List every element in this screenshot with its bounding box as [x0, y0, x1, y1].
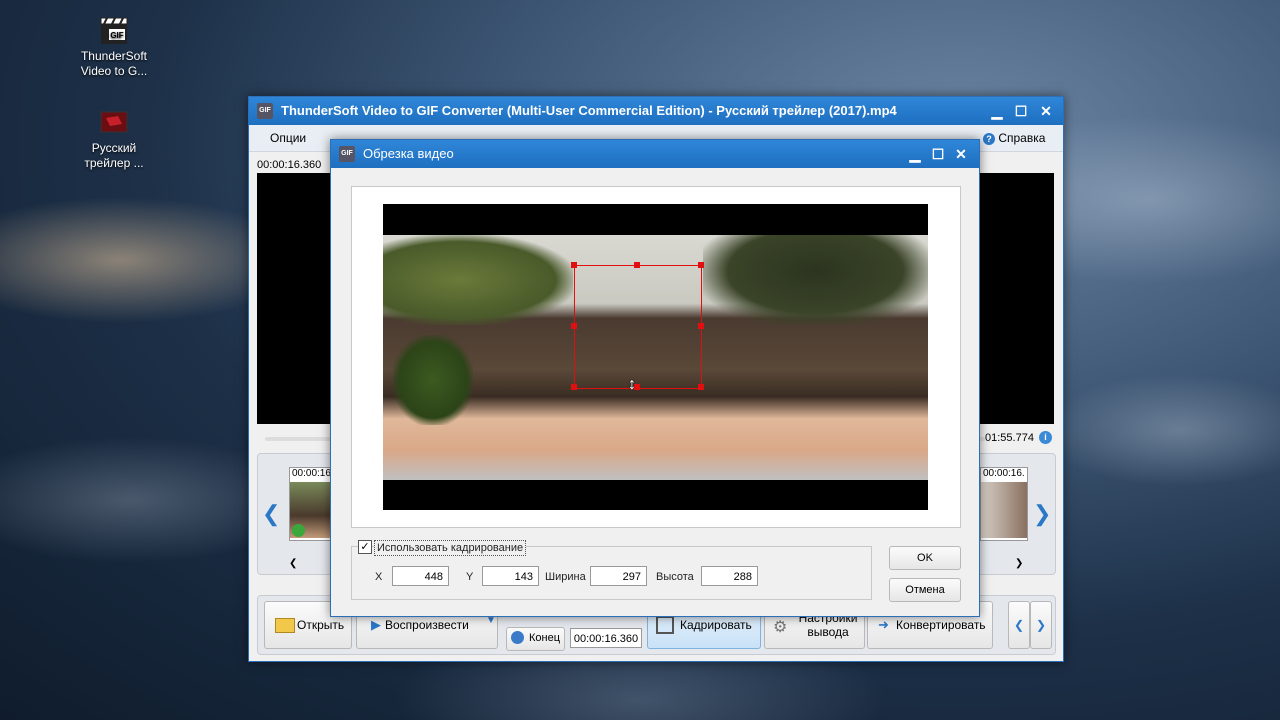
end-time-field[interactable]: 00:00:16.360	[570, 628, 642, 648]
crop-handle-ml[interactable]	[571, 323, 577, 329]
next-thumb-arrow-icon[interactable]: ❯	[1033, 501, 1051, 527]
crop-handle-mr[interactable]	[698, 323, 704, 329]
cancel-button[interactable]: Отмена	[889, 578, 961, 602]
svg-text:GIF: GIF	[110, 31, 123, 40]
close-button[interactable]: ✕	[950, 140, 972, 168]
main-window-title: ThunderSoft Video to GIF Converter (Mult…	[281, 103, 897, 118]
crop-dialog-title: Обрезка видео	[363, 146, 454, 161]
maximize-button[interactable]: ☐	[1010, 97, 1032, 125]
resize-cursor-icon: ↕	[628, 376, 636, 393]
end-time-label: 01:55.774	[985, 432, 1034, 444]
convert-icon: ➜	[878, 617, 889, 632]
thumb-time: 00:00:16.	[983, 468, 1025, 479]
crop-icon	[656, 616, 674, 634]
desktop-icon-video-file[interactable]: Русский трейлер ...	[69, 108, 159, 171]
open-label: Открыть	[297, 618, 345, 632]
crop-handle-tr[interactable]	[698, 262, 704, 268]
app-logo-icon: GIF	[339, 146, 355, 162]
minimize-button[interactable]: ▁	[986, 97, 1008, 125]
main-titlebar[interactable]: GIF ThunderSoft Video to GIF Converter (…	[249, 97, 1063, 125]
thumb-scroll-left-icon[interactable]: ❮	[289, 558, 297, 569]
folder-icon	[275, 618, 295, 633]
crop-handle-tl[interactable]	[571, 262, 577, 268]
crop-titlebar[interactable]: GIF Обрезка видео ▁ ☐ ✕	[331, 140, 979, 168]
y-field[interactable]: 143	[482, 566, 539, 586]
play-label: Воспроизвести	[385, 618, 469, 632]
x-field[interactable]: 448	[392, 566, 449, 586]
thumb-time: 00:00:16	[292, 468, 331, 479]
convert-label: Конвертировать	[896, 618, 986, 632]
y-label: Y	[466, 571, 474, 583]
end-button[interactable]: Конец	[506, 627, 565, 651]
prev-thumb-arrow-icon[interactable]: ❮	[262, 501, 280, 527]
crop-handle-tc[interactable]	[634, 262, 640, 268]
x-label: X	[375, 571, 383, 583]
thumb-scroll-right-icon[interactable]: ❯	[1015, 558, 1023, 569]
clock-icon	[511, 631, 524, 644]
menu-help-label: Справка	[998, 131, 1046, 145]
crop-label: Кадрировать	[680, 618, 752, 632]
check-badge-icon	[292, 524, 305, 537]
start-time-label: 00:00:16.360	[257, 159, 322, 171]
app-logo-icon: GIF	[257, 103, 273, 119]
help-icon: ?	[983, 133, 995, 145]
desktop-icon-label: ThunderSoft Video to G...	[80, 49, 148, 78]
clapperboard-icon: GIF	[98, 16, 130, 46]
crop-handle-br[interactable]	[698, 384, 704, 390]
nav-prev-button[interactable]: ❮	[1008, 601, 1030, 649]
crop-dialog: GIF Обрезка видео ▁ ☐ ✕ ↕ ✓ Использовать…	[330, 139, 980, 617]
maximize-button[interactable]: ☐	[927, 140, 949, 168]
menu-options[interactable]: Опции	[270, 131, 306, 145]
use-crop-checkbox[interactable]: ✓	[358, 540, 372, 554]
nav-next-button[interactable]: ❯	[1030, 601, 1052, 649]
ok-button[interactable]: OK	[889, 546, 961, 570]
close-button[interactable]: ✕	[1035, 97, 1057, 125]
video-file-icon	[98, 108, 130, 138]
play-icon: ▶	[371, 617, 381, 632]
height-label: Высота	[656, 571, 694, 583]
width-field[interactable]: 297	[590, 566, 647, 586]
crop-handle-bl[interactable]	[571, 384, 577, 390]
plant	[393, 335, 473, 425]
tree-right	[703, 235, 928, 325]
use-crop-label[interactable]: Использовать кадрирование	[374, 540, 527, 556]
desktop-icon-thundersoft[interactable]: GIF ThunderSoft Video to G...	[69, 16, 159, 79]
end-label: Конец	[529, 632, 561, 644]
height-field[interactable]: 288	[701, 566, 758, 586]
minimize-button[interactable]: ▁	[904, 140, 926, 168]
crop-selection[interactable]	[574, 265, 702, 389]
thumb-image	[981, 482, 1027, 538]
width-label: Ширина	[545, 571, 586, 583]
info-icon[interactable]: i	[1039, 431, 1052, 444]
menu-help[interactable]: ? Справка	[983, 131, 1045, 145]
thumbnail-right[interactable]: 00:00:16.	[980, 467, 1028, 541]
tree-left	[383, 235, 573, 325]
desktop-icon-label: Русский трейлер ...	[84, 141, 144, 170]
thumbnail-left[interactable]: 00:00:16	[289, 467, 336, 541]
gear-icon: ⚙	[773, 619, 788, 636]
